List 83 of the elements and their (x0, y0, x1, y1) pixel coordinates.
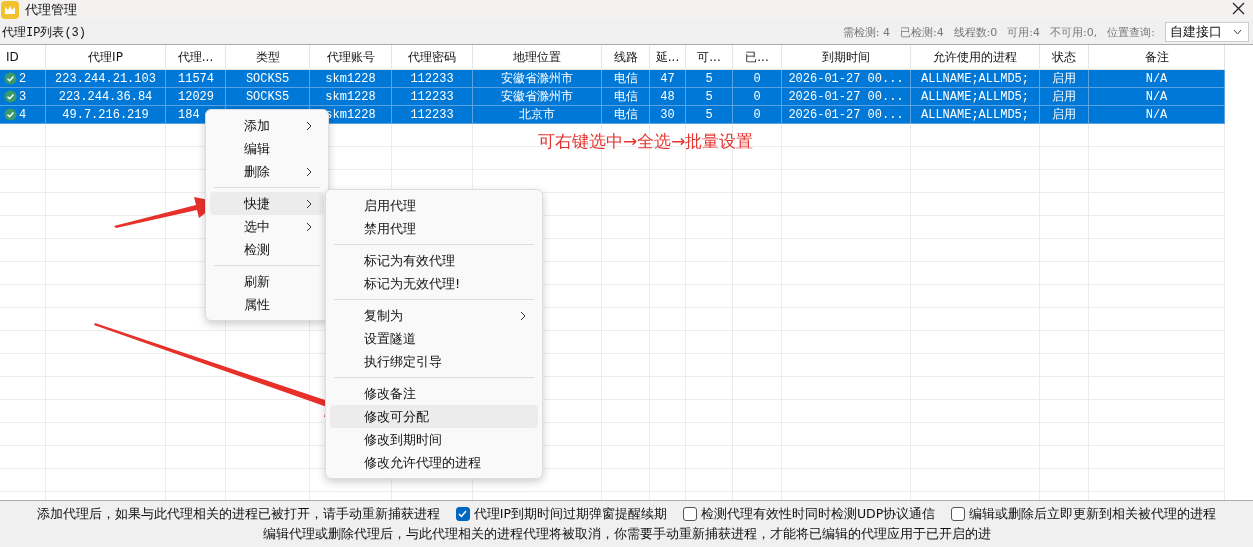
table-cell: 安徽省滁州市 (473, 88, 602, 106)
menu-item[interactable]: 执行绑定引导 (330, 350, 538, 373)
table-cell: 12029 (166, 88, 226, 106)
window-title: 代理管理 (25, 1, 77, 19)
table-cell: 112233 (392, 70, 473, 88)
menu-item[interactable]: 启用代理 (330, 194, 538, 217)
table-cell: 49.7.216.219 (46, 106, 166, 124)
table-cell: 48 (650, 88, 686, 106)
table-cell: 112233 (392, 106, 473, 124)
table-cell: SOCKS5 (226, 70, 310, 88)
table-cell: skm1228 (310, 70, 392, 88)
table-cell: 北京市 (473, 106, 602, 124)
crown-app-icon (1, 1, 19, 19)
stat-label: 线程数:0 (953, 24, 998, 40)
table-cell: 电信 (602, 70, 650, 88)
menu-item[interactable]: 标记为无效代理! (330, 272, 538, 295)
menu-item[interactable]: 标记为有效代理 (330, 249, 538, 272)
check-circle-icon (4, 72, 17, 85)
menu-item[interactable]: 属性 (210, 293, 324, 316)
table-cell: 4 (0, 106, 46, 124)
checkbox-label: 编辑或删除后立即更新到相关被代理的进程 (969, 505, 1217, 523)
menu-item[interactable]: 设置隧道 (330, 327, 538, 350)
menu-item[interactable]: 选中 (210, 215, 324, 238)
table-cell: 3 (0, 88, 46, 106)
list-title: 代理IP列表(3) (2, 24, 87, 41)
table-cell: 112233 (392, 88, 473, 106)
chevron-down-icon (1233, 29, 1242, 35)
menu-item[interactable]: 修改备注 (330, 382, 538, 405)
table-cell: ALLNAME;ALLMD5; (911, 70, 1040, 88)
check-circle-icon (4, 90, 17, 103)
table-cell: 0 (733, 70, 782, 88)
table-cell: 启用 (1040, 106, 1089, 124)
table-cell: 0 (733, 106, 782, 124)
table-cell: 5 (686, 70, 733, 88)
checkbox-label: 检测代理有效性时同时检测UDP协议通信 (700, 505, 936, 523)
stat-label: 不可用:0, (1050, 24, 1098, 40)
table-cell: 安徽省滁州市 (473, 70, 602, 88)
table-cell: 2026-01-27 00... (782, 88, 911, 106)
table-cell: 223.244.36.84 (46, 88, 166, 106)
table-cell: ALLNAME;ALLMD5; (911, 106, 1040, 124)
table-cell: 47 (650, 70, 686, 88)
table-cell: 电信 (602, 88, 650, 106)
menu-item[interactable]: 修改允许代理的进程 (330, 451, 538, 474)
menu-item[interactable]: 检测 (210, 238, 324, 261)
table-cell: 5 (686, 106, 733, 124)
table-cell: SOCKS5 (226, 88, 310, 106)
checkbox-label: 代理IP到期时间过期弹窗提醒续期 (473, 505, 667, 523)
annotation-text: 可右键选中→全选→批量设置 (538, 130, 754, 153)
menu-item[interactable]: 编辑 (210, 137, 324, 160)
table-cell: 0 (733, 88, 782, 106)
footer-note: 编辑代理或删除代理后，与此代理相关的进程代理将被取消，你需要手动重新捕获进程，才能将已编辑的代理应用于已开启的进 (262, 525, 991, 543)
checkbox[interactable] (455, 507, 470, 521)
table-cell: 11574 (166, 70, 226, 88)
checkbox[interactable] (682, 507, 697, 521)
table-cell: N/A (1089, 70, 1225, 88)
table-cell: 5 (686, 88, 733, 106)
table-cell: 电信 (602, 106, 650, 124)
table-cell: 30 (650, 106, 686, 124)
table-cell: N/A (1089, 106, 1225, 124)
location-query-dropdown[interactable]: 自建接口 (1165, 22, 1249, 42)
table-cell: 启用 (1040, 70, 1089, 88)
table-cell: 2026-01-27 00... (782, 106, 911, 124)
menu-item[interactable]: 刷新 (210, 270, 324, 293)
menu-item[interactable]: 复制为 (330, 304, 538, 327)
stat-label: 可用:4 (1007, 24, 1041, 40)
stat-label: 需检测: 4 (842, 24, 890, 40)
menu-item[interactable]: 禁用代理 (330, 217, 538, 240)
checkbox[interactable] (951, 507, 966, 521)
stat-label: 已检测:4 (899, 24, 944, 40)
menu-item[interactable]: 修改到期时间 (330, 428, 538, 451)
notice-text: 添加代理后，如果与此代理相关的进程已被打开，请手动重新捕获进程 (36, 505, 440, 523)
table-cell: N/A (1089, 88, 1225, 106)
menu-item[interactable]: 修改可分配 (330, 405, 538, 428)
table-cell: 2026-01-27 00... (782, 70, 911, 88)
table-cell: 2 (0, 70, 46, 88)
menu-item[interactable]: 删除 (210, 160, 324, 183)
table-cell: skm1228 (310, 88, 392, 106)
table-cell: 223.244.21.103 (46, 70, 166, 88)
check-circle-icon (4, 108, 17, 121)
menu-item[interactable]: 快捷 (210, 192, 324, 215)
table-cell: ALLNAME;ALLMD5; (911, 88, 1040, 106)
table-cell: 启用 (1040, 88, 1089, 106)
location-query-label: 位置查询: (1107, 24, 1155, 40)
